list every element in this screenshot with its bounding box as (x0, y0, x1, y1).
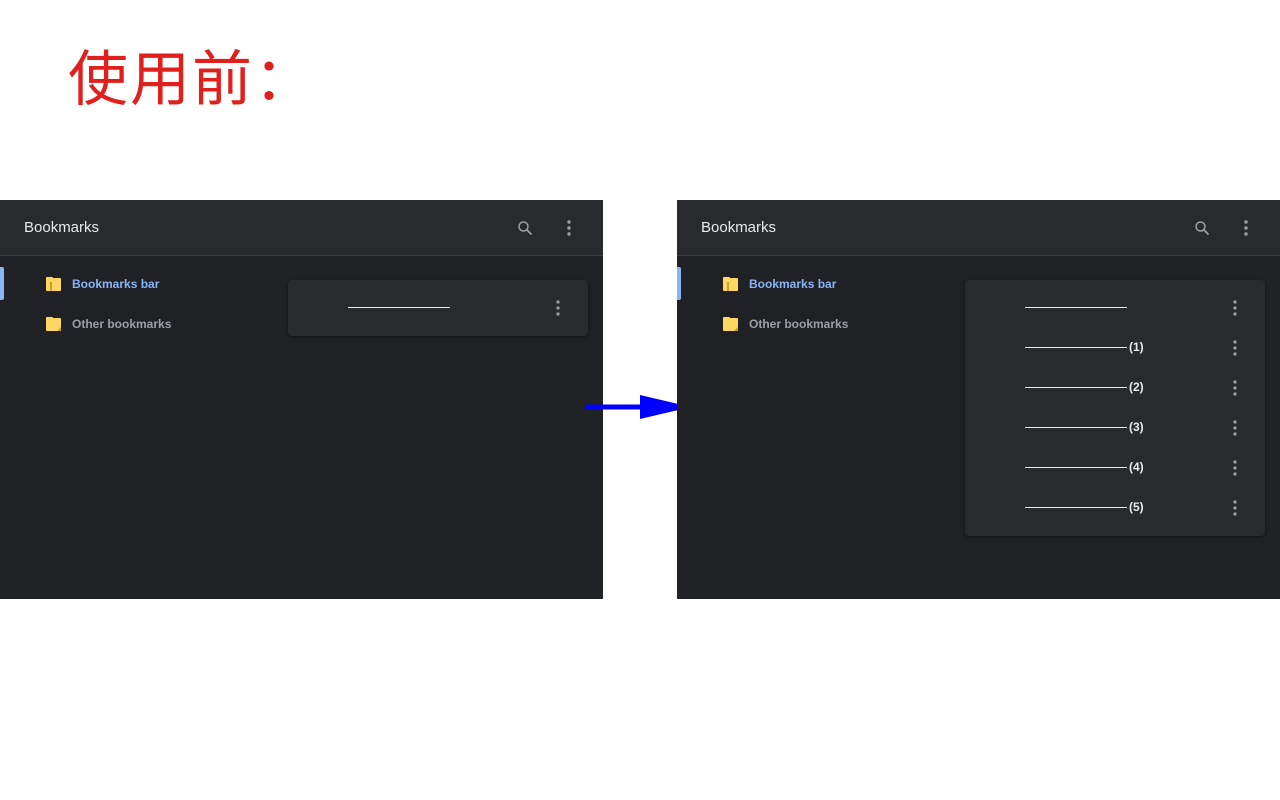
search-icon[interactable] (1190, 216, 1214, 240)
folder-icon (723, 317, 738, 331)
bookmark-title-line (1025, 467, 1127, 468)
list-item[interactable]: (4) (965, 440, 1265, 480)
list-item[interactable]: (5) (965, 480, 1265, 536)
more-vert-icon[interactable] (1225, 296, 1245, 320)
list-item[interactable]: (1) (965, 320, 1265, 360)
more-vert-icon[interactable] (1234, 216, 1258, 240)
sidebar-item-bookmarks-bar[interactable]: Bookmarks bar (44, 272, 159, 296)
panel-header: Bookmarks (0, 200, 603, 256)
list-item[interactable]: (2) (965, 360, 1265, 400)
folder-open-icon (723, 277, 738, 291)
bookmark-list: (1) (2) (3) (4) (5) (965, 280, 1265, 536)
bookmark-suffix: (2) (1129, 380, 1144, 394)
more-vert-icon[interactable] (1225, 336, 1245, 360)
more-vert-icon[interactable] (557, 216, 581, 240)
folder-icon (46, 317, 61, 331)
selected-indicator (0, 267, 4, 300)
panel-header: Bookmarks (677, 200, 1280, 256)
sidebar-item-other-bookmarks[interactable]: Other bookmarks (44, 312, 171, 336)
bookmark-suffix: (1) (1129, 340, 1144, 354)
sidebar-item-label: Other bookmarks (749, 317, 849, 331)
search-icon[interactable] (513, 216, 537, 240)
list-item[interactable] (965, 280, 1265, 320)
list-item[interactable] (288, 280, 588, 336)
sidebar-item-bookmarks-bar[interactable]: Bookmarks bar (721, 272, 836, 296)
folder-open-icon (46, 277, 61, 291)
panel-title: Bookmarks (701, 219, 777, 236)
more-vert-icon[interactable] (1225, 456, 1245, 480)
bookmark-title-line (1025, 307, 1127, 308)
more-vert-icon[interactable] (548, 296, 568, 320)
bookmark-title-line (1025, 387, 1127, 388)
sidebar-item-label: Bookmarks bar (749, 277, 837, 291)
bookmark-title-line (1025, 347, 1127, 348)
bookmark-list (288, 280, 588, 336)
list-item[interactable]: (3) (965, 400, 1265, 440)
sidebar-item-other-bookmarks[interactable]: Other bookmarks (721, 312, 848, 336)
sidebar-item-label: Other bookmarks (72, 317, 172, 331)
more-vert-icon[interactable] (1225, 496, 1245, 520)
right-arrow-icon (585, 395, 691, 419)
bookmark-title-line (1025, 507, 1127, 508)
page-title: 使用前： (68, 45, 316, 115)
bookmark-suffix: (3) (1129, 420, 1144, 434)
bookmark-suffix: (5) (1129, 500, 1144, 514)
bookmark-title-line (1025, 427, 1127, 428)
more-vert-icon[interactable] (1225, 416, 1245, 440)
bookmarks-panel-before: Bookmarks Bookmarks bar Other bookmarks (0, 200, 603, 599)
bookmarks-panel-after: Bookmarks Bookmarks bar Other bookmarks … (677, 200, 1280, 599)
bookmark-title-line (348, 307, 450, 308)
more-vert-icon[interactable] (1225, 376, 1245, 400)
selected-indicator (677, 267, 681, 300)
panel-title: Bookmarks (24, 219, 100, 236)
bookmark-suffix: (4) (1129, 460, 1144, 474)
sidebar-item-label: Bookmarks bar (72, 277, 160, 291)
